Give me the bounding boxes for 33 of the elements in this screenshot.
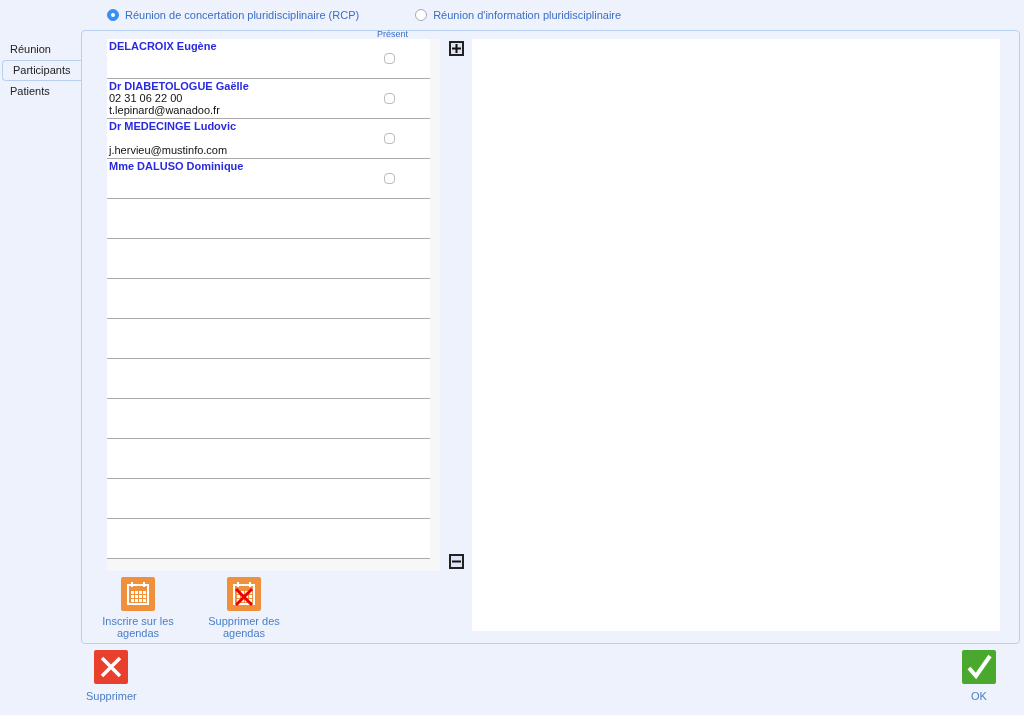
present-checkbox[interactable] [384,93,395,104]
radio-label: Réunion de concertation pluridisciplinaire (RCP) [125,7,360,23]
participant-name: Dr DIABETOLOGUE Gaëlle [109,80,249,92]
email-address: t.lepinard@wanadoo.fr [109,104,221,116]
side-tab[interactable]: Réunion [0,39,81,60]
side-tab[interactable]: Patients [0,81,81,102]
calendar-icon [121,577,155,611]
present-checkbox[interactable] [384,133,395,144]
side-tab[interactable]: Participants [2,60,81,81]
radio-label: Réunion d'information pluridisciplinaire [433,7,622,23]
participant-row[interactable]: Dr DIABETOLOGUE Gaëlle 02 31 06 22 00 t.lepinard@wanadoo.fr [107,79,430,119]
email-address: j.hervieu@mustinfo.com [109,144,229,156]
participant-name: Mme DALUSO Dominique [109,160,244,172]
delete-button[interactable]: Supprimer [86,650,137,705]
remove-icon[interactable] [448,554,464,569]
present-checkbox[interactable] [384,53,395,64]
ok-button[interactable]: OK [962,650,996,705]
participant-name: Dr MEDECINGE Ludovic [109,120,237,132]
calendar-remove-icon [227,577,261,611]
radio-button[interactable] [107,9,119,21]
participant-name: DELACROIX Eugène [109,40,217,52]
column-header: Présent [377,28,409,41]
checkmark-icon [962,650,996,684]
phone-number: 02 31 06 22 00 [109,92,184,104]
close-icon [94,650,129,684]
agenda-button[interactable]: Inscrire sur les agendas [95,577,181,639]
present-checkbox[interactable] [384,173,395,184]
participant-row[interactable]: DELACROIX Eugène [107,39,430,79]
participant-row[interactable]: Mme DALUSO Dominique [107,159,430,199]
radio-button[interactable] [415,9,428,21]
add-icon[interactable] [448,41,464,56]
agenda-button[interactable]: Supprimer des agendas [201,577,287,639]
participant-row[interactable]: Dr MEDECINGE Ludovic j.hervieu@mustinfo.com [107,119,430,159]
